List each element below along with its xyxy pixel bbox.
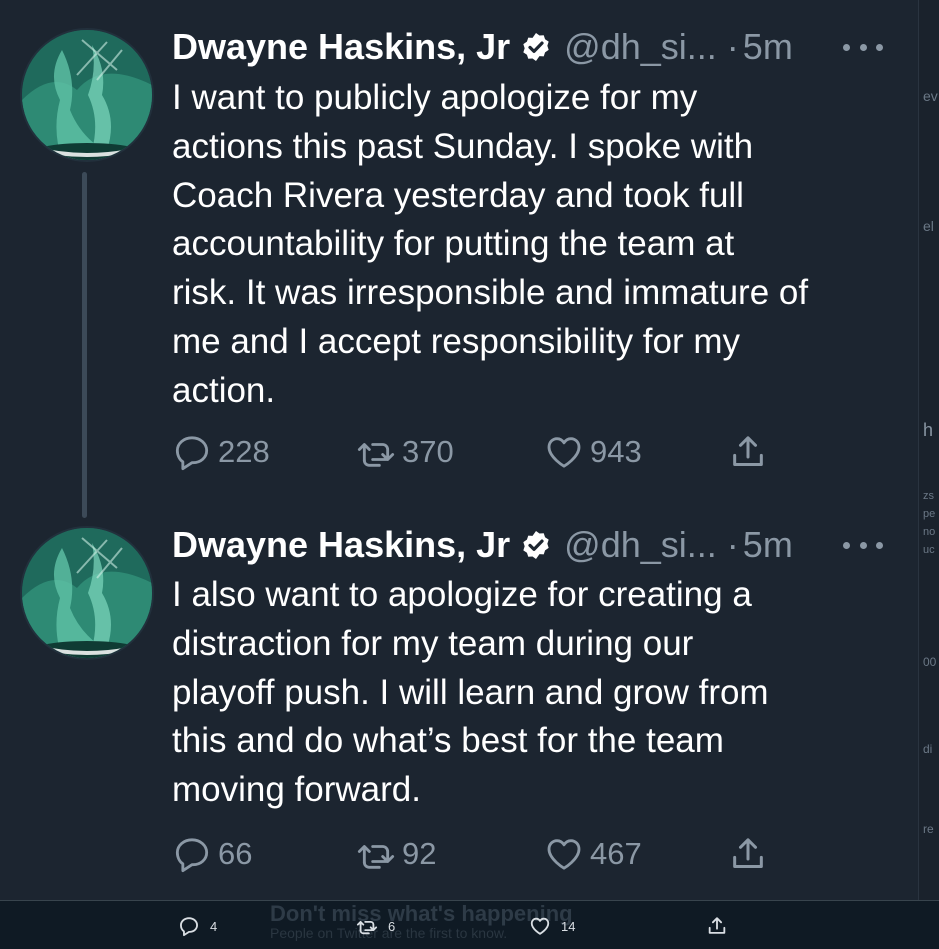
more-dot <box>843 541 850 549</box>
like-button[interactable]: 467 <box>544 832 642 876</box>
retweet-button[interactable]: 92 <box>356 832 436 876</box>
sidebar-fragment: uc <box>923 544 935 556</box>
tweet-text-line: accountability for putting the team at <box>172 224 735 264</box>
avatar[interactable] <box>20 28 154 162</box>
more-dot <box>876 541 883 549</box>
separator-dot: · <box>726 26 739 67</box>
more-icon[interactable] <box>843 535 883 555</box>
tweet-text-line: I want to publicly apologize for my <box>172 78 698 117</box>
mini-reply-button[interactable]: 4 <box>178 913 217 939</box>
tweet-text-line: playoff push. I will learn and grow from <box>172 672 769 712</box>
tweet-text-line: this and do what’s best for the team <box>172 721 724 761</box>
sidebar-fragment: pe <box>923 508 936 520</box>
retweet-icon <box>357 443 395 467</box>
verified-badge-icon <box>523 531 549 559</box>
like-icon <box>547 839 581 870</box>
more-icon[interactable] <box>843 37 883 57</box>
avatar[interactable] <box>20 526 154 660</box>
right-sidebar-edge: ev el h zs pe no uc 00 di re <box>918 0 939 900</box>
like-icon <box>530 917 550 935</box>
more-dot <box>859 43 867 51</box>
sidebar-fragment: ev <box>923 88 938 104</box>
reply-icon <box>180 917 198 937</box>
more-dot <box>843 43 850 51</box>
separator-dot: · <box>726 524 739 565</box>
reply-count: 228 <box>218 434 270 469</box>
tweet-text-line: distraction for my team during our <box>172 623 694 663</box>
tweet-thread-screenshot: ev el h zs pe no uc 00 di re Dwayne Hask… <box>0 0 939 949</box>
retweet-button[interactable]: 370 <box>356 430 454 474</box>
like-icon <box>547 437 581 468</box>
retweet-icon <box>356 920 378 935</box>
mini-reply-count: 4 <box>210 918 218 934</box>
tweet-header: Dwayne Haskins, Jr @dh_si... · 5m <box>172 520 793 570</box>
tweet-text-line: me and I accept responsibility for my <box>172 321 741 361</box>
author-name[interactable]: Dwayne Haskins, Jr <box>172 524 510 566</box>
author-name[interactable]: Dwayne Haskins, Jr <box>172 26 510 68</box>
timestamp[interactable]: 5m <box>743 524 793 566</box>
mini-like-count: 14 <box>561 918 576 934</box>
avatar-image <box>22 30 152 160</box>
avatar-image <box>22 528 152 658</box>
retweet-count: 92 <box>402 836 437 871</box>
tweet-text: I want to publicly apologize for my acti… <box>172 74 912 416</box>
sidebar-fragment: el <box>923 218 934 234</box>
tweet-header: Dwayne Haskins, Jr @dh_si... · 5m <box>172 22 793 72</box>
sidebar-fragment: zs <box>923 490 934 502</box>
sidebar-fragment: di <box>923 742 933 756</box>
reply-button[interactable]: 66 <box>172 832 252 876</box>
share-button[interactable] <box>728 832 774 876</box>
like-count: 467 <box>590 836 642 871</box>
bottom-bar: Don't miss what's happening People on Tw… <box>0 900 939 949</box>
share-icon <box>708 917 726 934</box>
like-button[interactable]: 943 <box>544 430 642 474</box>
retweet-icon <box>357 845 395 869</box>
mini-share-button[interactable] <box>706 913 738 939</box>
sidebar-fragment: no <box>923 526 936 538</box>
tweet-text-line: moving forward. <box>172 770 421 810</box>
tweet-text-line: Coach Rivera yesterday and took full <box>172 175 744 215</box>
sidebar-fragment: re <box>923 822 934 836</box>
mini-like-button[interactable]: 14 <box>529 913 575 939</box>
tweet-text-line: I also want to apologize for creating a <box>172 575 752 614</box>
signup-banner-title: Don't miss what's happening <box>270 901 573 926</box>
tweet-text: I also want to apologize for creating a … <box>172 571 912 815</box>
like-count: 943 <box>590 434 642 469</box>
thread-connector-line <box>82 172 87 518</box>
tweet-text-line: actions this past Sunday. I spoke with <box>172 126 754 166</box>
reply-button[interactable]: 228 <box>172 430 270 474</box>
sidebar-fragment: 00 <box>923 655 937 669</box>
share-button[interactable] <box>728 430 774 474</box>
verified-badge-icon <box>523 33 549 61</box>
retweet-count: 370 <box>402 434 454 469</box>
author-handle[interactable]: @dh_si... <box>564 26 717 68</box>
tweet-text-line: risk. It was irresponsible and immature … <box>172 273 809 313</box>
more-dot <box>859 541 867 549</box>
timestamp[interactable]: 5m <box>743 26 793 68</box>
sidebar-fragment: h <box>923 420 934 440</box>
share-icon <box>733 436 763 466</box>
reply-count: 66 <box>218 836 253 871</box>
reply-icon <box>175 838 209 873</box>
more-dot <box>876 43 883 51</box>
reply-icon <box>175 436 209 471</box>
tweet-text-line: action. <box>172 370 276 410</box>
author-handle[interactable]: @dh_si... <box>564 524 717 566</box>
mini-retweet-count: 6 <box>388 918 396 934</box>
mini-retweet-button[interactable]: 6 <box>356 913 395 939</box>
share-icon <box>733 838 763 868</box>
